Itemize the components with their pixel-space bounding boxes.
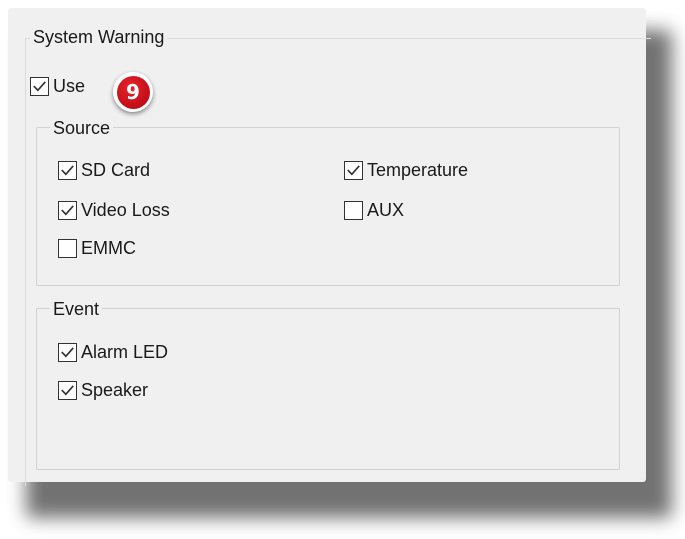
- checkbox-box[interactable]: [58, 200, 77, 220]
- checkmark-icon: [61, 164, 74, 175]
- source-temperature-label: Temperature: [367, 160, 469, 180]
- event-title: Event: [50, 299, 103, 319]
- checkmark-icon: [61, 204, 74, 215]
- checkbox-box[interactable]: [58, 238, 77, 258]
- use-label: Use: [53, 76, 86, 96]
- checkmark-icon: [61, 346, 74, 357]
- checkbox-box[interactable]: [30, 76, 49, 96]
- step-number-badge: 9: [113, 72, 153, 112]
- step-number: 9: [116, 75, 150, 109]
- source-emmc-label: EMMC: [81, 238, 136, 258]
- checkmark-icon: [347, 164, 360, 175]
- source-temperature-checkbox[interactable]: Temperature: [344, 160, 468, 180]
- event-alarm-led-label: Alarm LED: [81, 342, 169, 362]
- source-aux-label: AUX: [367, 200, 405, 220]
- event-speaker-checkbox[interactable]: Speaker: [58, 380, 148, 400]
- checkbox-box[interactable]: [344, 160, 363, 180]
- source-title: Source: [50, 118, 114, 138]
- checkbox-box[interactable]: [58, 342, 77, 362]
- event-speaker-label: Speaker: [81, 380, 149, 400]
- checkmark-icon: [61, 384, 74, 395]
- checkbox-box[interactable]: [58, 380, 77, 400]
- source-sd-card-checkbox[interactable]: SD Card: [58, 160, 150, 180]
- checkbox-box[interactable]: [58, 160, 77, 180]
- use-checkbox[interactable]: Use: [30, 76, 85, 96]
- source-video-loss-checkbox[interactable]: Video Loss: [58, 200, 170, 220]
- system-warning-title: System Warning: [30, 27, 168, 47]
- source-sd-card-label: SD Card: [81, 160, 151, 180]
- checkmark-icon: [33, 80, 46, 91]
- checkbox-box[interactable]: [344, 200, 363, 220]
- source-emmc-checkbox[interactable]: EMMC: [58, 238, 136, 258]
- event-alarm-led-checkbox[interactable]: Alarm LED: [58, 342, 168, 362]
- source-aux-checkbox[interactable]: AUX: [344, 200, 404, 220]
- screenshot-stage: System Warning Use 9 Source SD Card Temp…: [0, 0, 685, 539]
- source-video-loss-label: Video Loss: [81, 200, 170, 220]
- system-warning-panel: System Warning Use 9 Source SD Card Temp…: [8, 8, 651, 486]
